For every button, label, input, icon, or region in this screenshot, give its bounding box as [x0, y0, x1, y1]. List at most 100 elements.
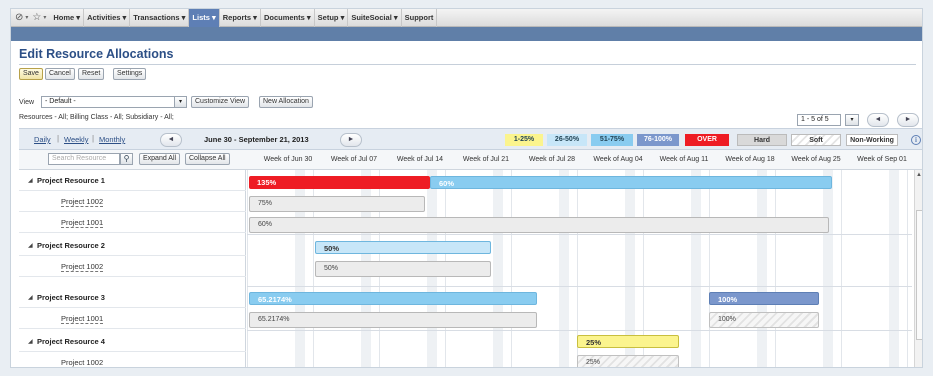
week-divider [709, 170, 710, 367]
legend-26-50: 26-50% [547, 134, 587, 146]
nav-transactions[interactable]: Transactions ▾ [130, 9, 190, 27]
legend-label: 1-25% [513, 136, 535, 143]
collapse-triangle-icon[interactable]: ◢ [28, 294, 33, 301]
weekend-band [691, 170, 701, 367]
settings-button[interactable]: Settings [113, 68, 147, 80]
star-icon[interactable]: ☆ [32, 12, 41, 23]
search-resource-input[interactable]: Search Resource [48, 153, 120, 165]
chevron-down-icon[interactable]: ▾ [845, 114, 859, 126]
legend-label: 26-50% [554, 136, 580, 143]
collapse-triangle-icon[interactable]: ◢ [28, 242, 33, 249]
nav-home[interactable]: Home ▾ [50, 9, 85, 27]
project-link[interactable]: Project 1002 [61, 262, 104, 272]
nav-reports[interactable]: Reports ▾ [220, 9, 261, 27]
new-allocation-button[interactable]: New Allocation [259, 96, 313, 108]
timeline-toolbar: Daily | Weekly | Monthly ◄ June 30 - Sep… [19, 128, 922, 150]
nav-documents[interactable]: Documents ▾ [261, 9, 315, 27]
project-allocation-bar[interactable]: 50% [315, 261, 491, 277]
allocation-bar[interactable]: 50% [315, 241, 491, 254]
page-title: Edit Resource Allocations [19, 47, 174, 61]
resource-name: Project Resource 4 [37, 337, 105, 346]
resource-name: Project Resource 2 [37, 241, 105, 250]
project-link[interactable]: Project 1001 [61, 218, 104, 228]
chevron-down-icon[interactable]: ▾ [25, 14, 28, 21]
allocation-bar[interactable]: 25% [577, 335, 679, 348]
page-select[interactable]: 1 - 5 of 5 [797, 114, 841, 126]
project-row: Project 1001 [19, 308, 246, 329]
legend-51-75: 51-75% [591, 134, 633, 146]
allocation-bar[interactable]: 60% [430, 176, 832, 189]
week-column-header: Week of Sep 01 [857, 156, 907, 163]
legend-label: 76-100% [643, 136, 673, 143]
project-row: Project 1002 [19, 352, 246, 367]
recent-records-icon[interactable]: ⊘ [15, 12, 23, 23]
week-column-header: Week of Jul 28 [528, 156, 576, 163]
expand-all-button[interactable]: Expand All [139, 153, 181, 165]
grid-header: Search Resource ⚲ Expand All Collapse Al… [19, 150, 922, 170]
week-divider [511, 170, 512, 367]
nav-suitesocial[interactable]: SuiteSocial ▾ [348, 9, 402, 27]
project-link[interactable]: Project 1001 [61, 314, 104, 324]
legend-soft: Soft [791, 134, 841, 146]
week-column-header: Week [915, 156, 922, 163]
resource-row[interactable]: ◢ Project Resource 3 [19, 287, 246, 308]
divider [19, 64, 916, 65]
info-icon[interactable]: i [911, 135, 921, 145]
app-frame: ⊘ ▾ ☆ ▾ Home ▾ Activities ▾ Transactions… [10, 8, 923, 368]
project-allocation-bar-soft[interactable]: 100% [709, 312, 819, 328]
week-divider [247, 170, 248, 367]
save-button[interactable]: Save [19, 68, 43, 80]
chevron-down-icon[interactable]: ▾ [43, 14, 46, 21]
legend-over: OVER [685, 134, 729, 146]
row-divider [247, 330, 912, 331]
row-divider [247, 234, 912, 235]
scroll-up-icon[interactable]: ▲ [916, 172, 922, 178]
project-allocation-bar[interactable]: 60% [249, 217, 829, 233]
top-navigation: ⊘ ▾ ☆ ▾ Home ▾ Activities ▾ Transactions… [11, 9, 922, 27]
view-select[interactable]: - Default - ▾ [41, 96, 187, 108]
filter-summary: Resources - All; Billing Class - All; Su… [19, 114, 174, 121]
project-link[interactable]: Project 1002 [61, 358, 103, 367]
collapse-all-button[interactable]: Collapse All [185, 153, 230, 165]
previous-range-button[interactable]: ◄ [160, 133, 182, 147]
project-allocation-bar-soft[interactable]: 25% [577, 355, 679, 367]
next-range-button[interactable]: ► [340, 133, 362, 147]
project-link[interactable]: Project 1002 [61, 197, 104, 207]
week-divider [841, 170, 842, 367]
legend-hard: Hard [737, 134, 787, 146]
week-column-header: Week of Jun 30 [263, 156, 313, 163]
vertical-scrollbar[interactable]: ▲ [914, 170, 922, 367]
resource-row[interactable]: ◢ Project Resource 2 [19, 235, 246, 256]
cancel-button[interactable]: Cancel [45, 68, 75, 80]
nav-setup[interactable]: Setup ▾ [315, 9, 349, 27]
collapse-triangle-icon[interactable]: ◢ [28, 338, 33, 345]
allocation-grid: 135% 60% 75% 60% 50% 50% 65.2174% 100% 6… [247, 170, 912, 367]
weekend-band [757, 170, 767, 367]
collapse-triangle-icon[interactable]: ◢ [28, 177, 33, 184]
previous-page-button[interactable]: ◄ [867, 113, 889, 127]
nav-lists[interactable]: Lists ▾ [189, 9, 220, 27]
weekend-band [823, 170, 833, 367]
zoom-weekly-link[interactable]: Weekly [64, 135, 88, 144]
nav-activities[interactable]: Activities ▾ [84, 9, 131, 27]
search-icon[interactable]: ⚲ [120, 153, 133, 165]
allocation-bar-over[interactable]: 135% [249, 176, 430, 189]
reset-button[interactable]: Reset [78, 68, 105, 80]
nav-support[interactable]: Support [402, 9, 438, 27]
zoom-daily-link[interactable]: Daily [34, 135, 51, 144]
customize-view-button[interactable]: Customize View [191, 96, 250, 108]
weekend-band [889, 170, 899, 367]
scrollbar-thumb[interactable] [916, 210, 922, 340]
project-allocation-bar[interactable]: 75% [249, 196, 425, 212]
resource-name: Project Resource 3 [37, 293, 105, 302]
allocation-bar[interactable]: 100% [709, 292, 819, 305]
next-page-button[interactable]: ► [897, 113, 919, 127]
week-divider [907, 170, 908, 367]
zoom-monthly-link[interactable]: Monthly [99, 135, 125, 144]
allocation-bar[interactable]: 65.2174% [249, 292, 537, 305]
resource-row[interactable]: ◢ Project Resource 1 [19, 170, 246, 191]
project-allocation-bar[interactable]: 65.2174% [249, 312, 537, 328]
resource-row[interactable]: ◢ Project Resource 4 [19, 331, 246, 352]
header-band [11, 27, 922, 41]
chevron-down-icon[interactable]: ▾ [174, 97, 186, 107]
